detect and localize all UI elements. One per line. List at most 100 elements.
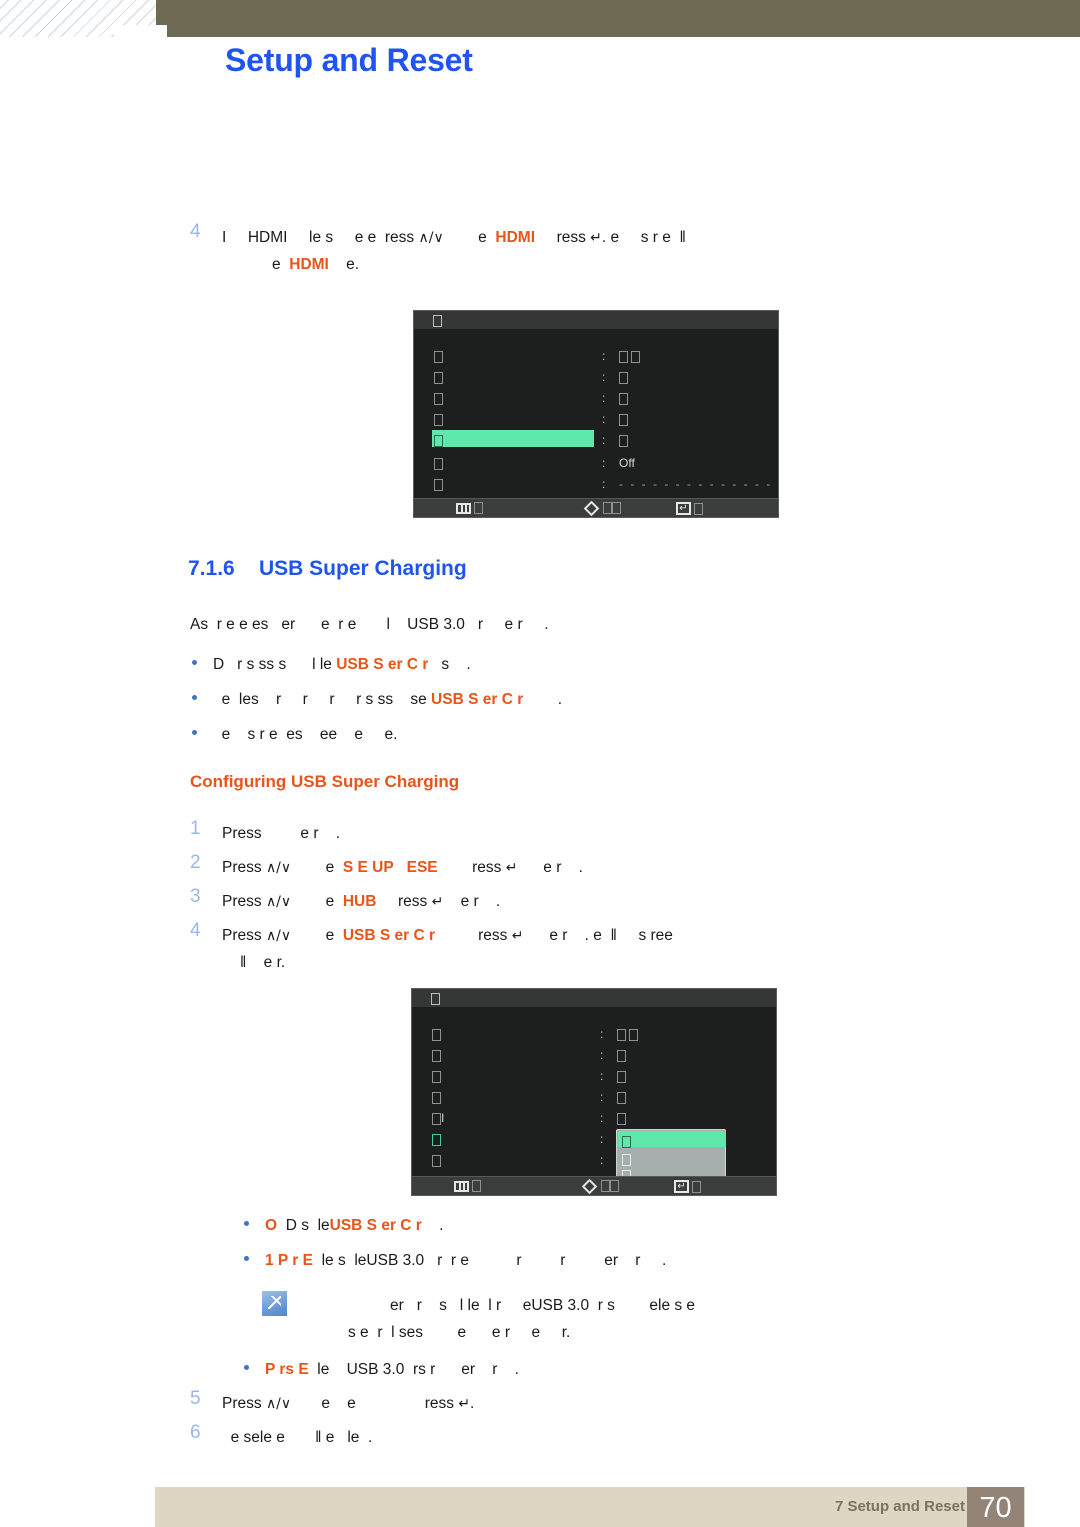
bullet-marker — [244, 1256, 249, 1261]
osd-selected-row-highlight[interactable] — [432, 430, 594, 447]
osd-value-glyph — [619, 434, 628, 447]
subsection-title: Configuring USB Super Charging — [190, 772, 460, 791]
osd-label-glyph — [432, 1112, 441, 1125]
text-fragment: ‖ — [679, 229, 686, 246]
osd-value-glyph — [617, 1049, 626, 1062]
osd-footer-menu[interactable] — [454, 1180, 482, 1193]
osd-value-glyph — [617, 1112, 626, 1125]
step-item: Press e r . — [222, 820, 340, 847]
footer-chapter-label: 7 Setup and Reset — [834, 1498, 965, 1515]
page-title: Setup and Reset — [225, 42, 473, 78]
step-number: 2 — [190, 852, 201, 873]
osd-label-glyph — [432, 1070, 441, 1083]
text-fragment: e r — [491, 1324, 510, 1341]
osd-row — [434, 349, 443, 364]
osd-footer-glyph — [610, 1180, 620, 1193]
step-number: 4 — [190, 920, 201, 941]
text-fragment: le s — [321, 1252, 346, 1269]
text-fragment: e r — [549, 927, 568, 944]
text-fragment: se — [410, 691, 427, 708]
text-fragment: . — [544, 616, 549, 633]
text-fragment: e — [457, 1324, 467, 1341]
text-fragment: le — [317, 1217, 330, 1234]
updown-key-glyph: ∧/∨ — [265, 1396, 292, 1412]
text-fragment: s — [441, 656, 450, 673]
text-fragment: l le — [312, 656, 332, 673]
osd-footer-glyph — [472, 1180, 482, 1193]
text-fragment: s r e — [640, 229, 671, 246]
osd-label-glyph — [434, 413, 443, 426]
text-fragment: e — [478, 229, 487, 246]
usb-super-charging-label: USB S — [431, 691, 479, 708]
osd-value-glyph — [617, 1091, 626, 1104]
usb-super-charging-label: er C — [387, 656, 419, 673]
osd-row — [434, 370, 443, 385]
osd-title-glyph — [433, 315, 442, 328]
text-fragment: r — [275, 691, 282, 708]
osd-label-glyph — [434, 478, 443, 491]
header-band — [155, 0, 1080, 37]
version-label: 1 P r E — [265, 1252, 313, 1269]
usb-super-charging-label: USB S — [342, 927, 391, 944]
osd-row — [432, 1153, 441, 1168]
osd-footer-move[interactable] — [583, 500, 622, 516]
usb-super-charging-label: r — [429, 927, 436, 944]
diamond-navigate-icon — [583, 500, 600, 516]
osd-colon: : — [600, 1027, 604, 1041]
text-fragment: le s — [309, 229, 334, 246]
osd-footer-glyph — [603, 502, 613, 515]
hub-label: HUB — [342, 893, 377, 910]
osd-footer-menu[interactable] — [456, 502, 484, 515]
off-label: O — [265, 1217, 278, 1234]
text-fragment: s — [439, 1297, 447, 1314]
note-line2: s e r l ses e e r e r. — [348, 1319, 570, 1346]
text-fragment: D — [213, 656, 225, 673]
text-fragment: e r — [300, 825, 319, 842]
osd-footer-glyph — [601, 1180, 611, 1193]
text-fragment: e — [325, 859, 335, 876]
text-fragment: ele s e — [649, 1297, 696, 1314]
osd-dropdown-popup[interactable] — [616, 1129, 726, 1182]
text-fragment: Press — [222, 893, 262, 910]
osd-colon: : — [600, 1048, 604, 1062]
text-fragment: er — [281, 616, 296, 633]
osd-footer-move[interactable] — [581, 1178, 620, 1194]
text-fragment: e. — [384, 726, 398, 743]
step-item: e sele e ‖ e le . — [222, 1424, 373, 1451]
text-fragment: . e — [601, 229, 620, 246]
osd-label-glyph — [434, 457, 443, 470]
osd-value-glyph — [617, 1028, 626, 1041]
menu-grid-icon — [456, 502, 471, 514]
osd-footer-enter[interactable]: ↵ — [676, 502, 704, 515]
osd-dropdown-selected-option[interactable] — [618, 1131, 726, 1147]
text-fragment: e r — [504, 616, 523, 633]
osd-row: I — [432, 1111, 444, 1126]
text-fragment: . — [470, 1395, 475, 1412]
text-fragment: e — [531, 1324, 541, 1341]
text-fragment: le — [317, 1361, 330, 1378]
step-item-continued: ‖ e r. — [240, 949, 285, 976]
text-fragment: r — [492, 1361, 498, 1378]
bullet-marker — [192, 695, 197, 700]
text-fragment: r s ss — [356, 691, 394, 708]
hdmi-label: HDMI — [495, 229, 536, 246]
text-fragment: . — [557, 691, 563, 708]
osd-label-glyph — [434, 371, 443, 384]
text-fragment: r — [635, 1252, 641, 1269]
osd-colon: : — [600, 1132, 604, 1146]
osd-row-selected[interactable] — [432, 1132, 441, 1147]
usb-super-charging-label: r — [517, 691, 524, 708]
bullet-marker — [244, 1221, 249, 1226]
text-fragment: ress — [478, 927, 508, 944]
text-fragment: ress — [424, 1395, 454, 1412]
osd-row-selected[interactable] — [434, 433, 443, 448]
osd-value-glyph — [619, 350, 628, 363]
bullet-item: P rs E le USB 3.0 rs r er r . — [265, 1356, 519, 1383]
text-fragment: Press — [222, 825, 262, 842]
enter-key-glyph: ↵ — [458, 1396, 471, 1412]
osd-footer-enter[interactable]: ↵ — [674, 1180, 702, 1193]
text-fragment: r e — [450, 1252, 469, 1269]
enter-return-icon: ↵ — [674, 1180, 689, 1193]
osd-dropdown-option[interactable] — [622, 1133, 631, 1151]
text-fragment: e r — [460, 893, 479, 910]
